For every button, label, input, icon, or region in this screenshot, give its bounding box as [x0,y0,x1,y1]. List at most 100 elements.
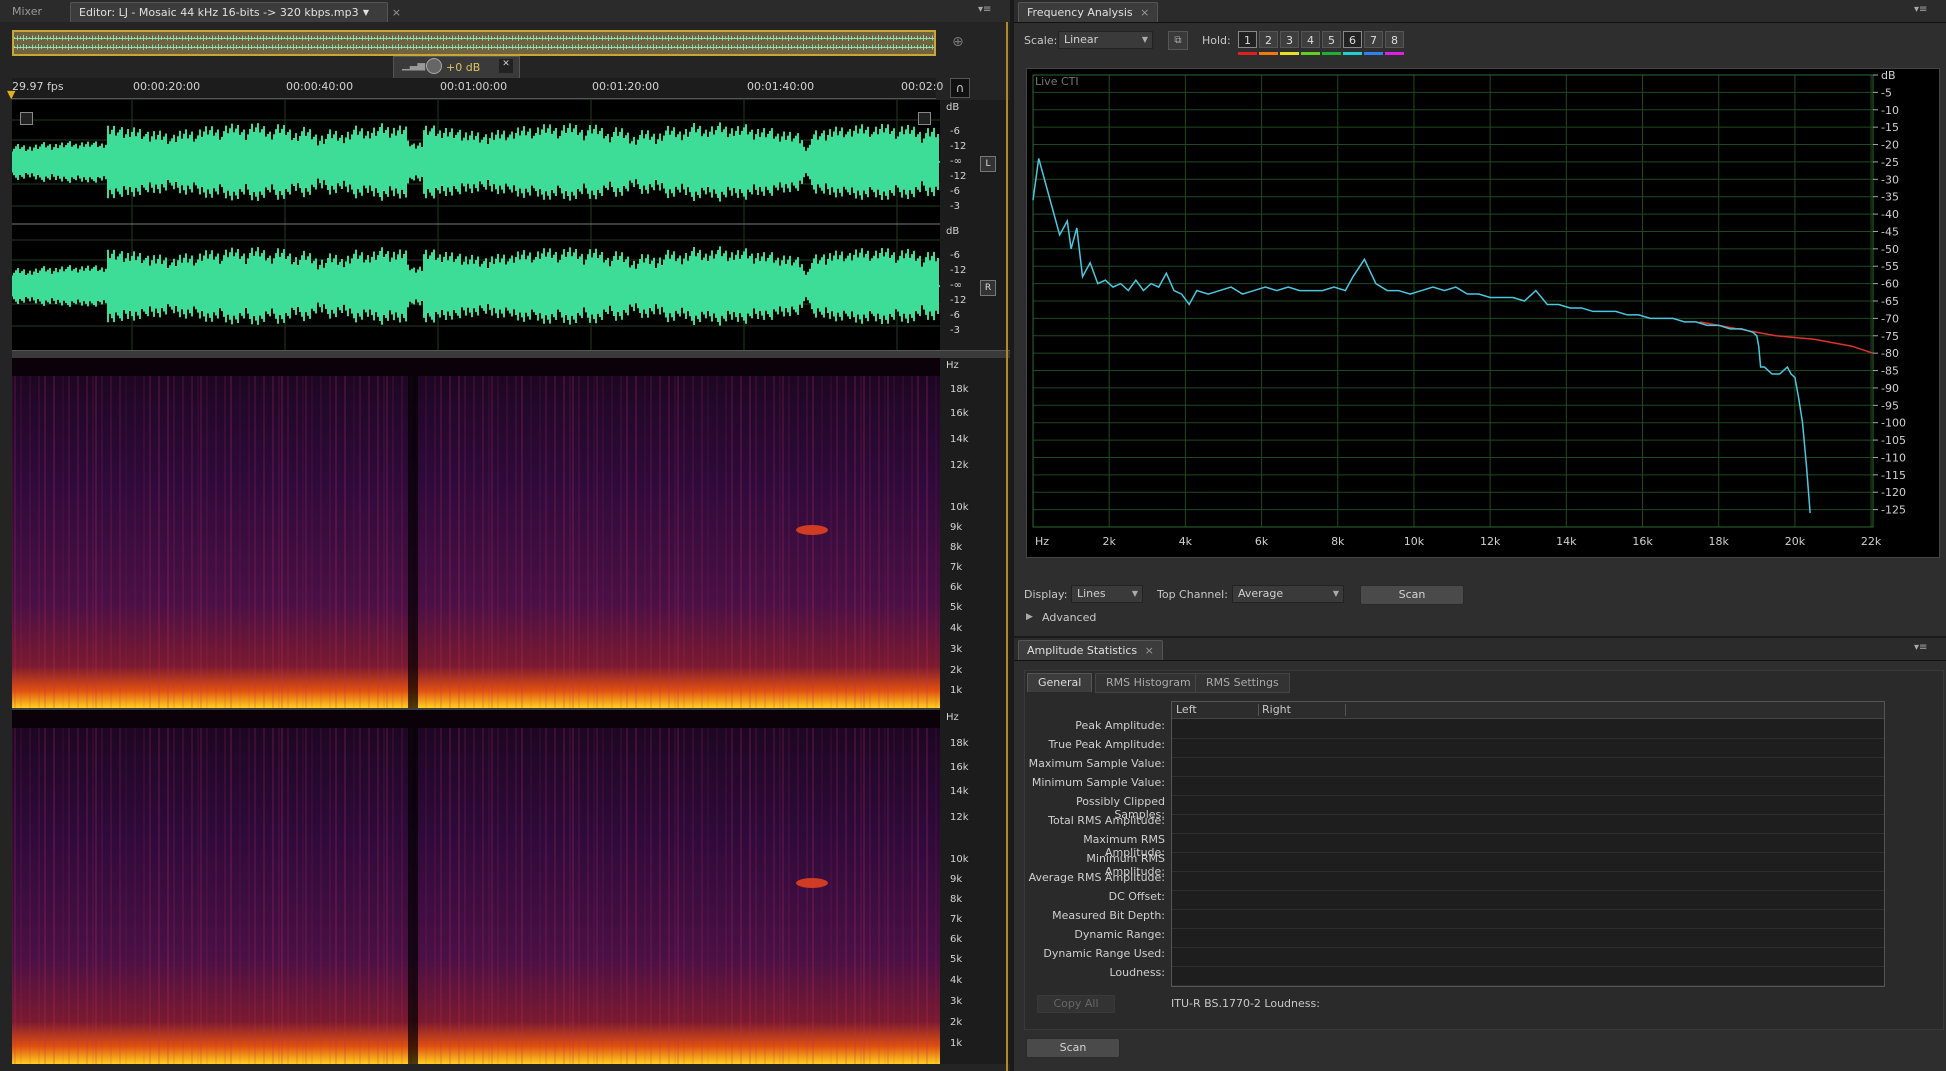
y-tick-label: -20 [1881,139,1899,152]
overview-waveform-graphic [14,35,934,50]
table-row [1172,928,1884,948]
hold-color-swatch [1322,52,1341,55]
display-label: Display: [1024,588,1068,601]
hold-button-5[interactable]: 5 [1322,31,1341,48]
hold-button-3[interactable]: 3 [1280,31,1299,48]
hud-gain[interactable]: +0 dB [446,61,480,74]
tab-rms-settings[interactable]: RMS Settings [1195,673,1290,693]
hold-color-swatch [1364,52,1383,55]
db-tick: -6 [950,186,960,197]
pin-icon[interactable]: ✕ [499,59,513,73]
hold-button-8[interactable]: 8 [1385,31,1404,48]
tab-mixer[interactable]: Mixer [4,2,50,21]
ruler-tick: 00:01:40:00 [747,80,815,93]
editor-tabbar: Mixer Editor: LJ - Mosaic 44 kHz 16-bits… [0,0,1010,23]
table-row [1172,833,1884,853]
channel-l-button[interactable]: L [980,156,996,172]
db-scale-left: dB -6 -12 -∞ -12 -6 -3 L dB -6 -12 -∞ -1… [940,100,1010,350]
y-tick-label: -65 [1881,295,1899,308]
ruler-tick: 00:01:00:00 [440,80,508,93]
y-tick-label: -5 [1881,86,1892,99]
table-row [1172,909,1884,929]
panel-menu-icon[interactable]: ▾≡ [1914,4,1927,15]
close-icon[interactable]: × [1140,6,1149,19]
series-line-0 [1699,321,1874,354]
display-select[interactable]: Lines ▼ [1071,585,1143,603]
copy-all-button[interactable]: Copy All [1037,995,1115,1013]
x-tick-label: 6k [1255,535,1269,548]
panel-menu-icon[interactable]: ▾≡ [978,4,991,15]
stat-label: Minimum Sample Value: [1031,776,1165,789]
hold-button-6[interactable]: 6 [1343,31,1362,48]
as-tabbar: Amplitude Statistics × ▾≡ [1014,638,1946,661]
hz-unit: Hz [946,360,959,371]
db-tick: -∞ [950,156,962,167]
tab-frequency-analysis[interactable]: Frequency Analysis × [1018,2,1159,22]
hold-button-1[interactable]: 1 [1238,31,1257,48]
hold-button-4[interactable]: 4 [1301,31,1320,48]
expand-icon[interactable] [20,112,33,125]
ruler-tick: 00:00:20:00 [133,80,201,93]
db-unit: dB [946,226,960,237]
y-tick-label: -105 [1881,434,1906,447]
table-row [1172,776,1884,796]
hold-color-swatch [1259,52,1278,55]
hold-label: Hold: [1202,34,1231,47]
snapshot-icon[interactable]: ⧉ [1168,31,1188,50]
hold-color-swatch [1301,52,1320,55]
table-row [1172,871,1884,891]
top-channel-select[interactable]: Average ▼ [1232,585,1344,603]
stats-table[interactable]: Left Right [1171,701,1885,987]
hz-tick: 3k [950,644,963,655]
hold-button-2[interactable]: 2 [1259,31,1278,48]
tab-rms-histogram[interactable]: RMS Histogram [1095,673,1202,693]
x-tick-label: 10k [1404,535,1425,548]
hud: ▁▃▅ +0 dB ✕ [393,56,520,80]
db-tick: -∞ [950,280,962,291]
close-icon[interactable]: × [392,3,401,22]
zoom-icon[interactable]: ⊕ [952,34,964,50]
db-tick: -12 [950,295,967,306]
scale-select[interactable]: Linear ▼ [1058,31,1153,49]
hz-tick: 12k [950,812,969,823]
channel-r-button[interactable]: R [980,280,996,296]
x-tick-label: 18k [1709,535,1730,548]
frequency-chart-graphic: Hz 2k 4k 6k 8k 10k 12k 14k 16k 18k 20k 22k dB -5 -10 -1… [1032,69,1906,548]
as-inner: General RMS Histogram RMS Settings Peak … [1024,670,1944,1030]
spectral-display[interactable] [12,358,940,1064]
panel-menu-icon[interactable]: ▾≡ [1914,642,1927,653]
overview-waveform[interactable] [12,30,936,56]
hold-button-7[interactable]: 7 [1364,31,1383,48]
hz-tick: 16k [950,408,969,419]
y-tick-label: -45 [1881,225,1899,238]
fa-scan-button[interactable]: Scan [1360,585,1464,605]
x-tick-label: 16k [1632,535,1653,548]
time-ruler[interactable]: 29.97 fps 00:00:20:00 00:00:40:00 00:01:… [7,78,943,101]
y-tick-label: -10 [1881,104,1899,117]
volume-knob-icon[interactable] [426,58,442,74]
hz-tick: 12k [950,460,969,471]
db-tick: -6 [950,250,960,261]
y-tick-label: -25 [1881,156,1899,169]
advanced-label[interactable]: Advanced [1042,611,1096,624]
as-scan-button[interactable]: Scan [1026,1038,1120,1058]
hz-tick: 9k [950,874,963,885]
y-tick-label: -100 [1881,417,1906,430]
stat-label: Total RMS Amplitude: [1048,814,1165,827]
waveform-display[interactable] [12,100,940,350]
close-icon[interactable]: × [1145,644,1154,657]
tab-general[interactable]: General [1027,673,1093,692]
headphones-icon[interactable]: ∩ [950,78,970,98]
hold-color-swatch [1385,52,1404,55]
frequency-chart[interactable]: Hz 2k 4k 6k 8k 10k 12k 14k 16k 18k 20k 22k dB -5 -10 -1… [1026,68,1940,558]
expand-icon[interactable] [918,112,931,125]
chevron-down-icon: ▼ [1332,589,1339,598]
hz-tick: 14k [950,786,969,797]
tab-amplitude-statistics[interactable]: Amplitude Statistics × [1018,640,1163,660]
hz-tick: 10k [950,854,969,865]
tab-editor[interactable]: Editor: LJ - Mosaic 44 kHz 16-bits -> 32… [70,2,401,22]
dropdown-arrow-icon[interactable]: ▼ [363,3,369,22]
expand-triangle-icon[interactable]: ▶ [1026,612,1033,622]
y-tick-label: -30 [1881,173,1899,186]
y-tick-label: -35 [1881,191,1899,204]
